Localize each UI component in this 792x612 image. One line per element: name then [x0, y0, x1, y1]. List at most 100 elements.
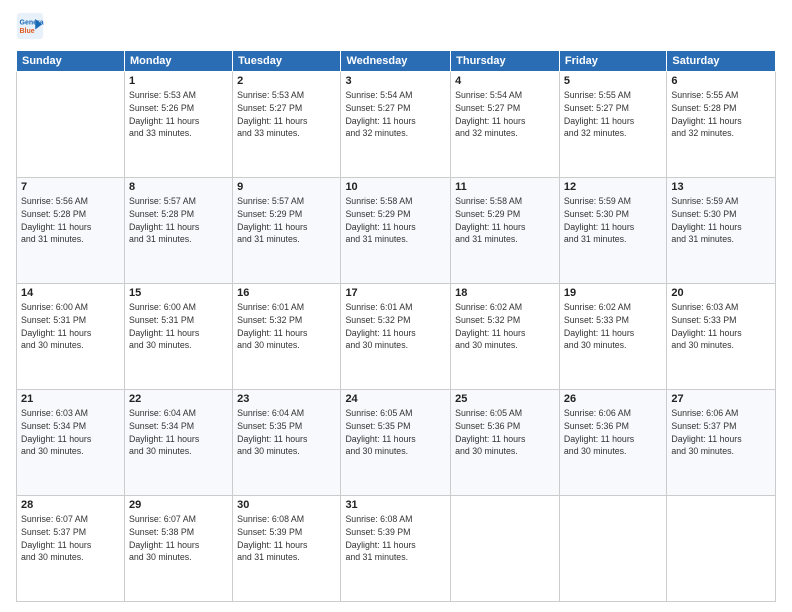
day-info: Sunrise: 6:07 AM Sunset: 5:38 PM Dayligh…	[129, 513, 228, 564]
day-cell: 8Sunrise: 5:57 AM Sunset: 5:28 PM Daylig…	[124, 178, 232, 284]
day-number: 7	[21, 181, 120, 193]
day-cell: 27 Sunrise: 6:06 AM Sunset: 5:37 PM Dayli…	[667, 390, 776, 496]
week-row-2: 7 Sunrise: 5:56 AM Sunset: 5:28 PM Daylig…	[17, 178, 776, 284]
day-info: Sunrise: 6:08 AM Sunset: 5:39 PM Dayligh…	[345, 513, 446, 564]
day-cell: 15 Sunrise: 6:00 AM Sunset: 5:31 PM Dayli…	[124, 284, 232, 390]
day-number: 19	[564, 287, 662, 299]
day-cell: 6 Sunrise: 5:55 AM Sunset: 5:28 PM Daylig…	[667, 72, 776, 178]
day-info: Sunrise: 5:57 AM Sunset: 5:29 PM Dayligh…	[237, 195, 336, 246]
col-header-wednesday: Wednesday	[341, 51, 451, 72]
week-row-3: 14 Sunrise: 6:00 AM Sunset: 5:31 PM Dayli…	[17, 284, 776, 390]
day-info: Sunrise: 5:55 AM Sunset: 5:28 PM Dayligh…	[671, 89, 771, 140]
day-info: Sunrise: 6:08 AM Sunset: 5:39 PM Dayligh…	[237, 513, 336, 564]
day-info: Sunrise: 6:06 AM Sunset: 5:37 PM Dayligh…	[671, 407, 771, 458]
day-info: Sunrise: 5:56 AM Sunset: 5:28 PM Dayligh…	[21, 195, 120, 246]
day-number: 21	[21, 393, 120, 405]
day-cell: 5Sunrise: 5:55 AM Sunset: 5:27 PM Daylig…	[559, 72, 666, 178]
day-info: Sunrise: 5:58 AM Sunset: 5:29 PM Dayligh…	[345, 195, 446, 246]
day-number: 16	[237, 287, 336, 299]
day-cell	[17, 72, 125, 178]
day-cell: 11 Sunrise: 5:58 AM Sunset: 5:29 PM Dayli…	[451, 178, 560, 284]
logo-icon: General Blue	[16, 12, 44, 40]
day-info: Sunrise: 6:01 AM Sunset: 5:32 PM Dayligh…	[237, 301, 336, 352]
day-info: Sunrise: 6:07 AM Sunset: 5:37 PM Dayligh…	[21, 513, 120, 564]
day-info: Sunrise: 5:59 AM Sunset: 5:30 PM Dayligh…	[671, 195, 771, 246]
page: General Blue SundayMondayTuesdayWednesda…	[0, 0, 792, 612]
day-cell: 3 Sunrise: 5:54 AM Sunset: 5:27 PM Daylig…	[341, 72, 451, 178]
col-header-saturday: Saturday	[667, 51, 776, 72]
day-number: 17	[345, 287, 446, 299]
logo: General Blue	[16, 12, 48, 40]
day-number: 15	[129, 287, 228, 299]
day-info: Sunrise: 5:54 AM Sunset: 5:27 PM Dayligh…	[345, 89, 446, 140]
day-cell: 31 Sunrise: 6:08 AM Sunset: 5:39 PM Dayli…	[341, 496, 451, 602]
week-row-1: 1 Sunrise: 5:53 AM Sunset: 5:26 PM Daylig…	[17, 72, 776, 178]
day-cell: 17 Sunrise: 6:01 AM Sunset: 5:32 PM Dayli…	[341, 284, 451, 390]
day-cell: 28 Sunrise: 6:07 AM Sunset: 5:37 PM Dayli…	[17, 496, 125, 602]
day-number: 31	[345, 499, 446, 511]
day-number: 29	[129, 499, 228, 511]
day-cell: 9Sunrise: 5:57 AM Sunset: 5:29 PM Daylig…	[233, 178, 341, 284]
day-cell: 18Sunrise: 6:02 AM Sunset: 5:32 PM Dayli…	[451, 284, 560, 390]
day-cell: 25Sunrise: 6:05 AM Sunset: 5:36 PM Dayli…	[451, 390, 560, 496]
day-cell	[667, 496, 776, 602]
day-info: Sunrise: 6:05 AM Sunset: 5:35 PM Dayligh…	[345, 407, 446, 458]
day-info: Sunrise: 6:00 AM Sunset: 5:31 PM Dayligh…	[129, 301, 228, 352]
day-info: Sunrise: 6:01 AM Sunset: 5:32 PM Dayligh…	[345, 301, 446, 352]
day-cell: 23 Sunrise: 6:04 AM Sunset: 5:35 PM Dayli…	[233, 390, 341, 496]
day-number: 22	[129, 393, 228, 405]
day-info: Sunrise: 6:03 AM Sunset: 5:33 PM Dayligh…	[671, 301, 771, 352]
day-cell: 26 Sunrise: 6:06 AM Sunset: 5:36 PM Dayli…	[559, 390, 666, 496]
day-number: 1	[129, 75, 228, 87]
day-cell: 29 Sunrise: 6:07 AM Sunset: 5:38 PM Dayli…	[124, 496, 232, 602]
col-header-monday: Monday	[124, 51, 232, 72]
day-number: 8	[129, 181, 228, 193]
calendar-table: SundayMondayTuesdayWednesdayThursdayFrid…	[16, 50, 776, 602]
header-row: SundayMondayTuesdayWednesdayThursdayFrid…	[17, 51, 776, 72]
day-number: 6	[671, 75, 771, 87]
day-number: 26	[564, 393, 662, 405]
day-number: 27	[671, 393, 771, 405]
day-info: Sunrise: 5:59 AM Sunset: 5:30 PM Dayligh…	[564, 195, 662, 246]
day-cell: 4 Sunrise: 5:54 AM Sunset: 5:27 PM Daylig…	[451, 72, 560, 178]
day-number: 24	[345, 393, 446, 405]
day-number: 25	[455, 393, 555, 405]
day-info: Sunrise: 6:06 AM Sunset: 5:36 PM Dayligh…	[564, 407, 662, 458]
col-header-sunday: Sunday	[17, 51, 125, 72]
svg-text:Blue: Blue	[20, 28, 35, 35]
day-number: 5	[564, 75, 662, 87]
day-number: 11	[455, 181, 555, 193]
day-info: Sunrise: 5:58 AM Sunset: 5:29 PM Dayligh…	[455, 195, 555, 246]
day-number: 23	[237, 393, 336, 405]
col-header-friday: Friday	[559, 51, 666, 72]
day-number: 28	[21, 499, 120, 511]
col-header-thursday: Thursday	[451, 51, 560, 72]
day-cell: 14Sunrise: 6:00 AM Sunset: 5:31 PM Dayli…	[17, 284, 125, 390]
day-number: 10	[345, 181, 446, 193]
day-cell: 19 Sunrise: 6:02 AM Sunset: 5:33 PM Dayli…	[559, 284, 666, 390]
day-cell: 30 Sunrise: 6:08 AM Sunset: 5:39 PM Dayli…	[233, 496, 341, 602]
day-number: 3	[345, 75, 446, 87]
day-cell: 24 Sunrise: 6:05 AM Sunset: 5:35 PM Dayli…	[341, 390, 451, 496]
col-header-tuesday: Tuesday	[233, 51, 341, 72]
week-row-4: 21Sunrise: 6:03 AM Sunset: 5:34 PM Dayli…	[17, 390, 776, 496]
day-number: 14	[21, 287, 120, 299]
day-number: 4	[455, 75, 555, 87]
day-cell: 16 Sunrise: 6:01 AM Sunset: 5:32 PM Dayli…	[233, 284, 341, 390]
day-info: Sunrise: 6:02 AM Sunset: 5:32 PM Dayligh…	[455, 301, 555, 352]
day-cell: 1 Sunrise: 5:53 AM Sunset: 5:26 PM Daylig…	[124, 72, 232, 178]
day-cell: 7 Sunrise: 5:56 AM Sunset: 5:28 PM Daylig…	[17, 178, 125, 284]
day-number: 20	[671, 287, 771, 299]
day-info: Sunrise: 5:53 AM Sunset: 5:26 PM Dayligh…	[129, 89, 228, 140]
day-cell: 21Sunrise: 6:03 AM Sunset: 5:34 PM Dayli…	[17, 390, 125, 496]
day-cell: 12 Sunrise: 5:59 AM Sunset: 5:30 PM Dayli…	[559, 178, 666, 284]
day-info: Sunrise: 5:54 AM Sunset: 5:27 PM Dayligh…	[455, 89, 555, 140]
day-number: 2	[237, 75, 336, 87]
day-info: Sunrise: 6:02 AM Sunset: 5:33 PM Dayligh…	[564, 301, 662, 352]
day-info: Sunrise: 6:04 AM Sunset: 5:35 PM Dayligh…	[237, 407, 336, 458]
day-number: 13	[671, 181, 771, 193]
day-number: 30	[237, 499, 336, 511]
day-cell	[451, 496, 560, 602]
day-cell: 2Sunrise: 5:53 AM Sunset: 5:27 PM Daylig…	[233, 72, 341, 178]
day-number: 12	[564, 181, 662, 193]
